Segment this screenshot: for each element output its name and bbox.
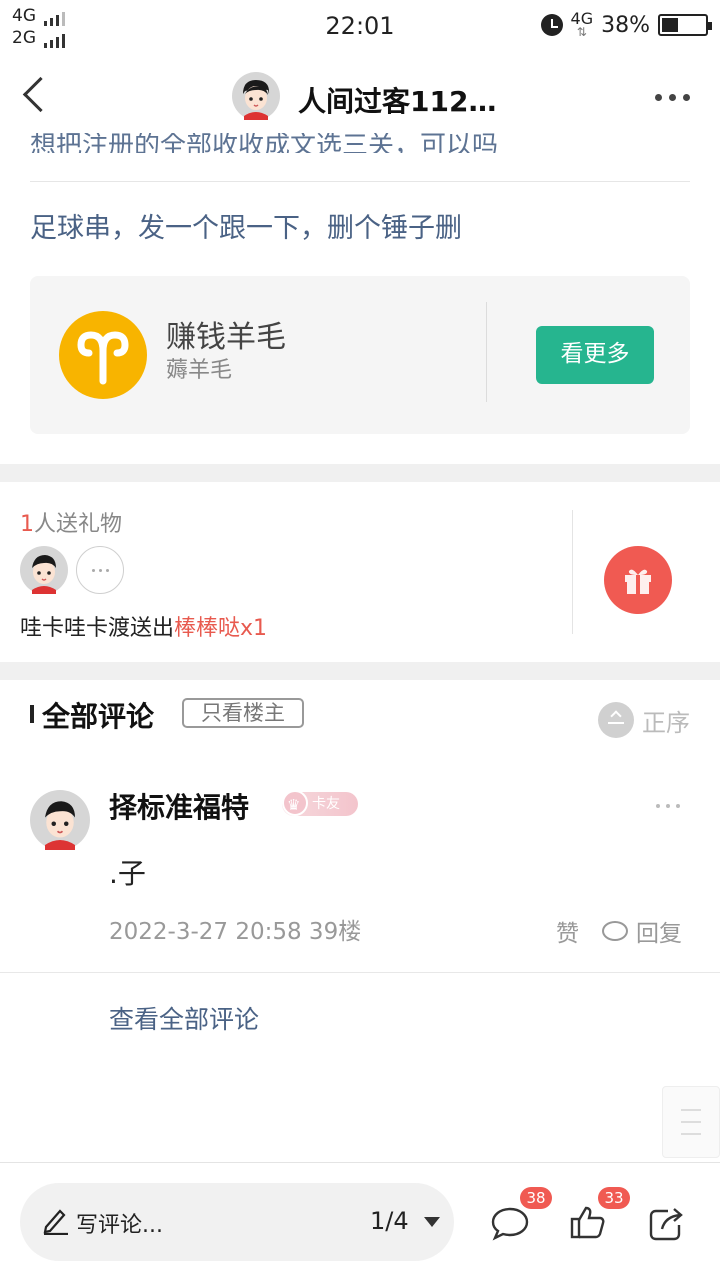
forum-name: 赚钱羊毛 [166,320,286,355]
gift-name: 棒棒哒x1 [174,616,268,641]
page-indicator[interactable]: 1/4 [370,1207,409,1235]
user-badge: 卡友 [282,790,358,817]
forum-subtitle: 薅羊毛 [166,358,233,383]
gift-sender-line: 哇卡哇卡渡送出棒棒哒x1 [20,610,267,642]
gift-icon [625,569,651,594]
comment-more-icon[interactable] [656,804,680,808]
comment-icon[interactable] [490,1203,530,1243]
comment-input[interactable]: 写评论... 1/4 [20,1183,454,1261]
page-title[interactable]: 人间过客112… [298,80,496,120]
battery-percent: 38% [601,12,650,38]
see-more-button[interactable]: 看更多 [536,326,654,384]
gift-count-number: 1 [20,512,34,537]
comment-author[interactable]: 择标准福特 [109,786,249,826]
like-count-badge: 33 [598,1187,630,1209]
section-marker [30,705,34,723]
avatar[interactable] [20,546,68,594]
network-indicator: 4G ⇅ [570,9,594,39]
alarm-icon [540,14,563,36]
comments-title: 全部评论 [42,700,155,733]
gift-count: 1人送礼物 [20,506,122,538]
like-button[interactable]: 赞 [556,914,579,948]
divider [30,181,690,182]
section-separator [0,464,720,482]
user-badge-label: 卡友 [312,796,340,812]
divider [572,510,573,634]
comment-input-placeholder: 写评论... [76,1213,163,1238]
pen-icon [43,1209,68,1235]
comment-text: .子 [109,857,146,890]
back-icon[interactable] [20,78,50,114]
scroll-top-button[interactable] [662,1086,720,1158]
sort-toggle[interactable]: 正序 [598,702,690,738]
more-icon[interactable] [655,94,690,101]
view-all-comments-link[interactable]: 查看全部评论 [109,1000,259,1036]
crown-icon [282,790,308,817]
divider [486,302,487,402]
comment-count-badge: 38 [520,1187,552,1209]
comment-meta: 2022-3-27 20:58 39楼 [109,919,362,945]
status-bar: 4G 2G 22:01 4G ⇅ 38% [0,0,720,50]
avatar[interactable] [30,790,90,850]
chevron-down-icon[interactable] [424,1217,440,1227]
bottom-bar: 写评论... 1/4 38 33 [0,1162,720,1280]
post-text: 足球串，发一个跟一下，删个锤子删 [30,213,462,244]
avatar[interactable] [232,72,280,120]
gift-count-label: 人送礼物 [34,512,123,537]
sort-icon [598,702,634,738]
nav-bar: 人间过客112… [0,50,720,142]
thumbs-up-icon[interactable] [568,1203,608,1243]
only-owner-button[interactable]: 只看楼主 [182,698,304,728]
divider [0,972,720,973]
forum-card[interactable]: 赚钱羊毛 薅羊毛 看更多 [30,276,690,434]
reply-button[interactable]: 回复 [602,914,682,948]
status-right: 4G ⇅ 38% [540,8,712,42]
aries-icon [59,311,147,399]
reply-label: 回复 [636,921,682,947]
battery-icon [658,14,712,36]
more-senders-button[interactable] [76,546,124,594]
gift-sender: 哇卡哇卡渡送出 [20,616,175,641]
share-icon[interactable] [646,1203,686,1243]
gift-button[interactable] [604,546,672,614]
comment-icon [602,921,628,941]
sort-label: 正序 [642,708,690,737]
section-separator [0,662,720,680]
